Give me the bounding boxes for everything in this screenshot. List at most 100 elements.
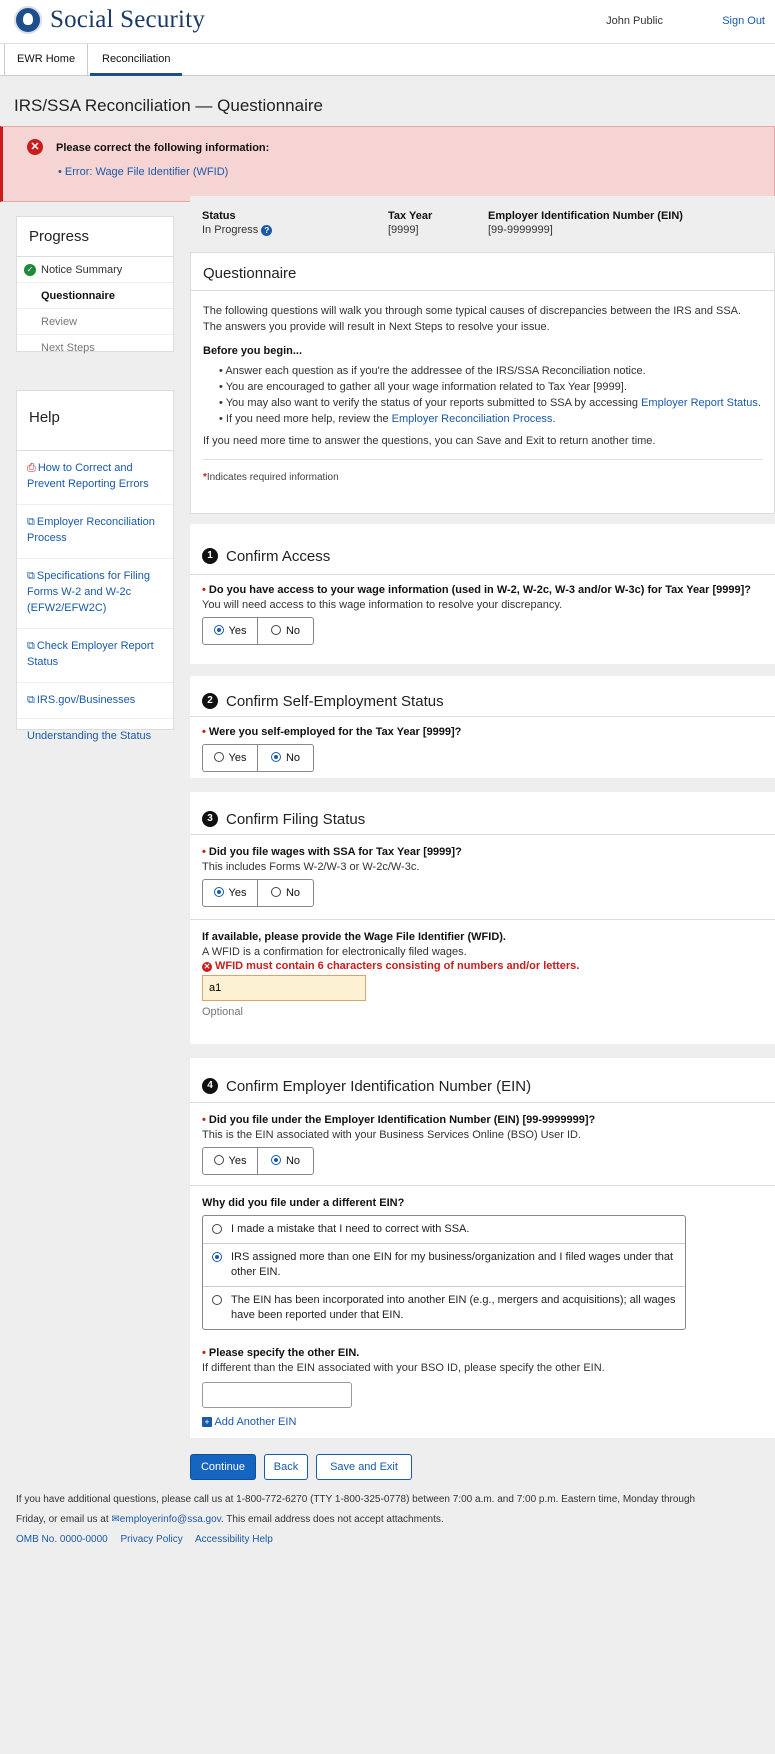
required-star: •: [202, 846, 209, 858]
footer-text: Friday, or email us at: [16, 1514, 112, 1525]
wfid-input[interactable]: [202, 975, 366, 1001]
wfid-optional-label: Optional: [202, 1006, 243, 1018]
ein-no-radio[interactable]: No: [258, 1148, 313, 1174]
progress-step-notice-summary[interactable]: ✓ Notice Summary: [17, 257, 173, 283]
step-number-badge: 2: [202, 693, 218, 709]
required-star: •: [202, 1114, 209, 1126]
filing-radio-group: Yes No: [202, 879, 314, 907]
filing-yes-radio[interactable]: Yes: [203, 880, 259, 906]
required-star: •: [202, 584, 209, 596]
help-question-icon[interactable]: ?: [261, 225, 273, 236]
error-link-wfid[interactable]: • Error: Wage File Identifier (WFID): [58, 166, 228, 178]
list-item: If you need more help, review the Employ…: [219, 411, 762, 427]
help-link-check-report-status[interactable]: ⧉ Check Employer Report Status: [17, 629, 173, 683]
ein-question: • Did you file under the Employer Identi…: [202, 1113, 763, 1128]
ssa-logo[interactable]: Social Security: [14, 6, 205, 34]
bullet-end: .: [552, 413, 556, 425]
tab-reconciliation[interactable]: Reconciliation: [90, 44, 183, 76]
sign-out-link[interactable]: Sign Out: [722, 15, 765, 27]
help-link-correct-errors[interactable]: ⎙ How to Correct and Prevent Reporting Er…: [17, 451, 173, 505]
radio-unselected-icon: [213, 752, 224, 762]
help-link-label: Employer Reconciliation Process: [27, 516, 155, 544]
filing-hint: This includes Forms W-2/W-3 or W-2c/W-3c…: [202, 861, 420, 873]
radio-selected-icon: [213, 887, 224, 897]
help-link-understanding-status[interactable]: Understanding the Status: [17, 719, 173, 753]
progress-step-label: Notice Summary: [41, 264, 123, 276]
ein-radio-group: Yes No: [202, 1147, 314, 1175]
error-x-icon: ✕: [202, 962, 212, 972]
section-filing-status: 3 Confirm Filing Status • Did you file w…: [190, 792, 775, 1044]
list-item: You are encouraged to gather all your wa…: [219, 379, 762, 395]
reason-label: The EIN has been incorporated into anoth…: [231, 1294, 676, 1321]
footer-email-line: Friday, or email us at ✉employerinfo@ssa…: [16, 1510, 766, 1530]
required-star: •: [202, 1347, 209, 1359]
progress-step-next-steps: Next Steps: [17, 335, 173, 361]
check-circle-icon: ✓: [24, 264, 36, 276]
tax-year-column: Tax Year [9999]: [388, 210, 432, 236]
help-link-specifications[interactable]: ⧉ Specifications for Filing Forms W-2 and…: [17, 559, 173, 629]
other-ein-label: • Please specify the other EIN.: [202, 1346, 763, 1361]
email-link[interactable]: employerinfo@ssa.gov: [120, 1514, 221, 1525]
external-link-icon: ⧉: [27, 516, 35, 528]
help-link-irs-businesses[interactable]: ⧉ IRS.gov/Businesses: [17, 683, 173, 719]
status-bar: Status In Progress ? Tax Year [9999] Emp…: [190, 196, 775, 242]
self-employed-radio-group: Yes No: [202, 744, 314, 772]
save-and-exit-button[interactable]: Save and Exit: [316, 1454, 412, 1480]
section-confirm-ein: 4 Confirm Employer Identification Number…: [190, 1058, 775, 1438]
self-employed-no-radio[interactable]: No: [258, 745, 313, 771]
ein-label: Employer Identification Number (EIN): [488, 210, 683, 222]
ein-yes-radio[interactable]: Yes: [203, 1148, 259, 1174]
status-column: Status In Progress ?: [202, 210, 273, 236]
ssa-seal-icon: [14, 6, 42, 34]
reason-option-mistake[interactable]: I made a mistake that I need to correct …: [203, 1216, 685, 1244]
back-button[interactable]: Back: [264, 1454, 308, 1480]
footer-text: . This email address does not accept att…: [220, 1514, 444, 1525]
self-employed-question: • Were you self-employed for the Tax Yea…: [202, 725, 763, 740]
bullet-text: If you need more help, review the: [225, 413, 392, 425]
reason-option-multiple-eins[interactable]: IRS assigned more than one EIN for my bu…: [203, 1244, 685, 1287]
filing-no-radio[interactable]: No: [258, 880, 313, 906]
add-another-ein-link[interactable]: + Add Another EIN: [202, 1416, 763, 1428]
ein-column: Employer Identification Number (EIN) [99…: [488, 210, 683, 236]
help-panel: Help ⎙ How to Correct and Prevent Reporti…: [16, 390, 174, 742]
error-x-icon: ✕: [27, 139, 43, 155]
plus-square-icon: +: [202, 1417, 212, 1427]
radio-label: No: [285, 625, 301, 637]
help-link-label: Specifications for Filing Forms W-2 and …: [27, 570, 150, 614]
self-employed-yes-radio[interactable]: Yes: [203, 745, 259, 771]
accessibility-help-link[interactable]: Accessibility Help: [195, 1534, 273, 1545]
radio-selected-icon: [212, 1252, 222, 1262]
envelope-icon: ✉: [111, 1514, 120, 1525]
radio-unselected-icon: [212, 1224, 222, 1234]
section-body: • Did you file wages with SSA for Tax Ye…: [190, 834, 775, 920]
other-ein-input[interactable]: [202, 1382, 352, 1408]
section-body: • Do you have access to your wage inform…: [190, 574, 775, 645]
tax-year-label: Tax Year: [388, 210, 433, 222]
omb-number: OMB No. 0000-0000: [16, 1534, 108, 1545]
continue-button[interactable]: Continue: [190, 1454, 256, 1480]
progress-panel: Progress ✓ Notice Summary Questionnaire …: [16, 216, 174, 354]
wfid-hint: A WFID is a confirmation for electronica…: [202, 946, 467, 958]
employer-reconciliation-process-link[interactable]: Employer Reconciliation Process: [392, 413, 553, 425]
pdf-icon: ⎙: [27, 462, 36, 474]
reason-label: I made a mistake that I need to correct …: [231, 1223, 470, 1235]
site-header: Social Security John Public Sign Out: [0, 0, 775, 44]
employer-report-status-link[interactable]: Employer Report Status: [641, 397, 758, 409]
radio-unselected-icon: [270, 625, 281, 635]
access-hint: You will need access to this wage inform…: [202, 599, 563, 611]
footer-contact-line: If you have additional questions, please…: [16, 1494, 696, 1505]
access-radio-group: Yes No: [202, 617, 314, 645]
section-heading: 1 Confirm Access: [190, 524, 775, 574]
radio-label: Yes: [228, 752, 247, 764]
access-yes-radio[interactable]: Yes: [203, 618, 259, 644]
help-link-reconciliation-process[interactable]: ⧉ Employer Reconciliation Process: [17, 505, 173, 559]
intro-paragraph: The following questions will walk you th…: [203, 305, 742, 333]
section-self-employment: 2 Confirm Self-Employment Status • Were …: [190, 676, 775, 778]
reason-option-incorporated[interactable]: The EIN has been incorporated into anoth…: [203, 1287, 685, 1329]
question-text: Did you file wages with SSA for Tax Year…: [208, 846, 462, 858]
tab-ewr-home[interactable]: EWR Home: [4, 44, 89, 76]
radio-unselected-icon: [213, 1155, 224, 1165]
privacy-policy-link[interactable]: Privacy Policy: [121, 1534, 183, 1545]
access-no-radio[interactable]: No: [258, 618, 313, 644]
more-time-text: If you need more time to answer the ques…: [203, 435, 656, 447]
